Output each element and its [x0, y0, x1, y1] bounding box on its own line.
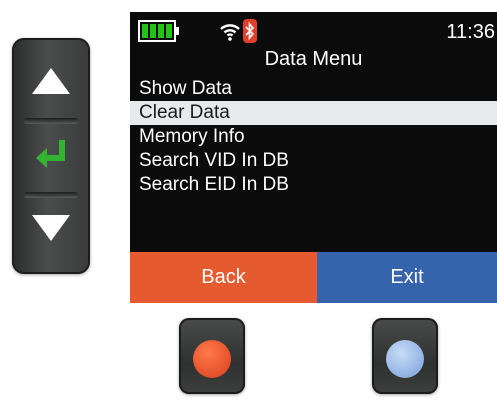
exit-hardware-button[interactable]	[372, 318, 438, 394]
enter-icon[interactable]	[32, 138, 70, 174]
navigation-keypad	[12, 38, 90, 274]
menu-item-memory-info[interactable]: Memory Info	[130, 125, 497, 149]
up-arrow-icon[interactable]	[32, 68, 70, 94]
keypad-divider	[24, 118, 78, 124]
menu-item-search-vid[interactable]: Search VID In DB	[130, 149, 497, 173]
status-bar: 11:36	[130, 12, 497, 44]
menu-title: Data Menu	[264, 48, 363, 70]
down-arrow-icon[interactable]	[32, 215, 70, 241]
menu-list: Show Data Clear Data Memory Info Search …	[130, 77, 497, 197]
clock: 11:36	[446, 21, 495, 43]
back-hardware-button[interactable]	[179, 318, 245, 394]
exit-softkey[interactable]: Exit	[317, 252, 497, 303]
orange-button-dot	[193, 340, 231, 378]
device-screen: 11:36 Data Menu Show Data Clear Data Mem…	[130, 12, 497, 303]
blue-button-dot	[386, 340, 424, 378]
bluetooth-icon	[243, 19, 257, 43]
keypad-divider	[24, 192, 78, 198]
back-softkey[interactable]: Back	[130, 252, 317, 303]
wifi-icon	[220, 24, 240, 41]
menu-item-search-eid[interactable]: Search EID In DB	[130, 173, 497, 197]
menu-item-show-data[interactable]: Show Data	[130, 77, 497, 101]
battery-full-icon	[138, 20, 179, 42]
softkey-bar: Back Exit	[130, 252, 497, 303]
menu-item-clear-data[interactable]: Clear Data	[130, 101, 497, 125]
